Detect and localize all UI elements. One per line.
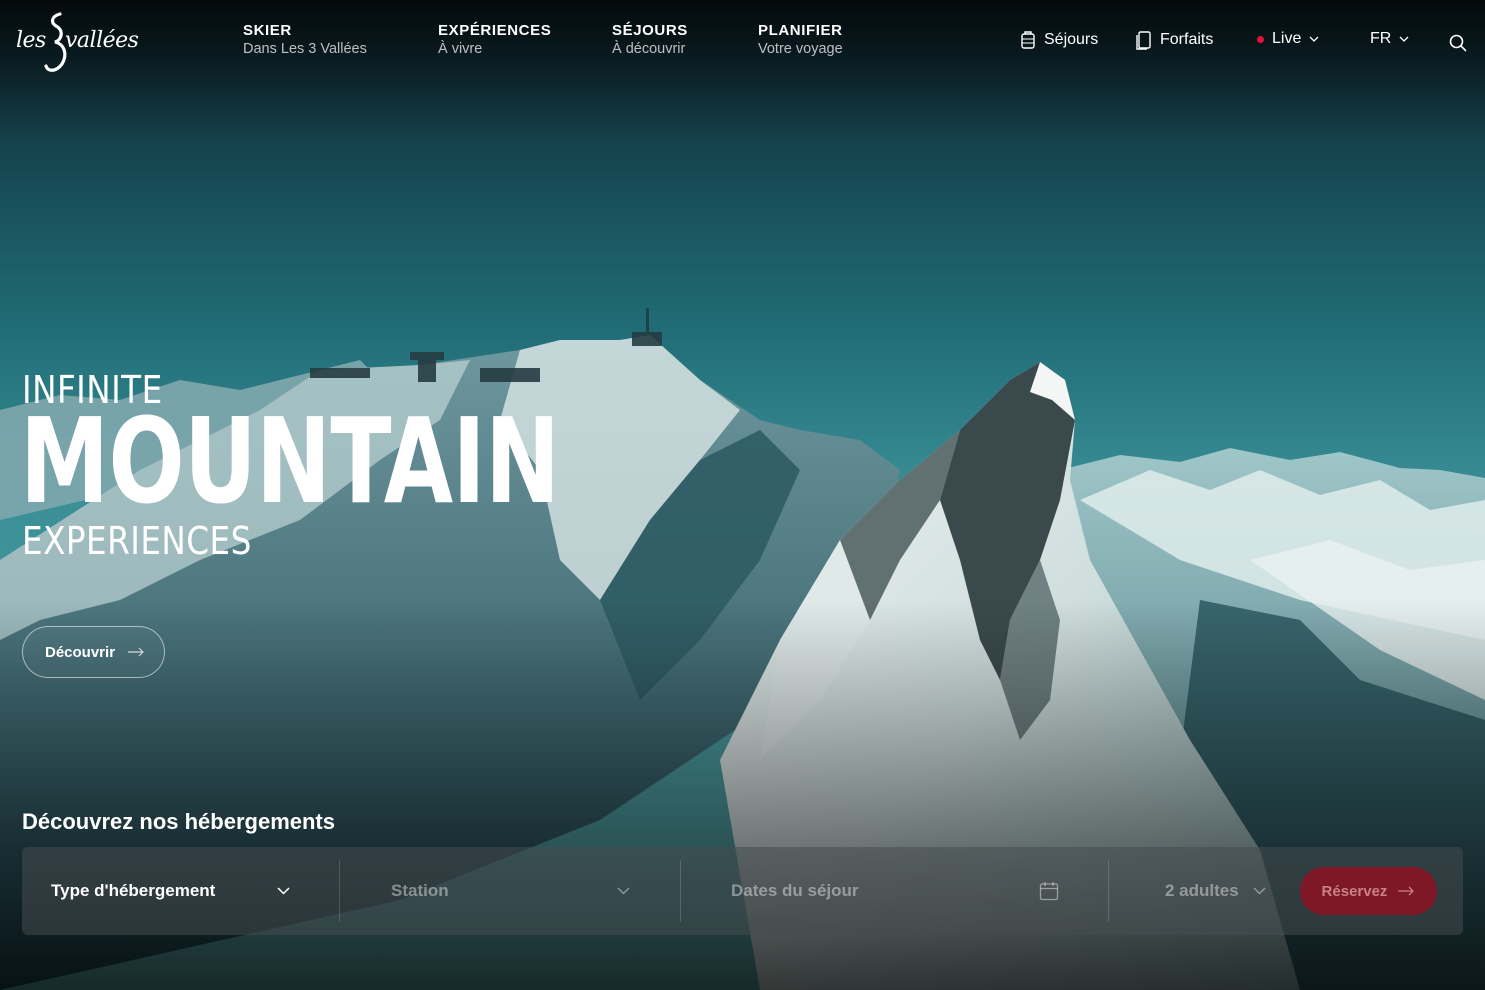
- headline-line-mountain: MOUNTAIN: [20, 392, 560, 530]
- sejours-link[interactable]: Séjours: [1020, 30, 1098, 50]
- live-dropdown-label: Live: [1272, 30, 1302, 47]
- chevron-down-icon: [1399, 36, 1409, 42]
- nav-item-experiences[interactable]: EXPÉRIENCES À vivre: [438, 22, 551, 57]
- chevron-down-icon: [1309, 36, 1319, 42]
- forfaits-link-label: Forfaits: [1160, 31, 1214, 48]
- stay-dates-picker[interactable]: Dates du séjour: [731, 847, 1071, 935]
- headline-line-experiences: EXPERIENCES: [22, 519, 252, 563]
- live-dropdown[interactable]: Live: [1257, 30, 1319, 48]
- suitcase-icon: [1021, 31, 1035, 49]
- guests-label: 2 adultes: [1165, 881, 1239, 900]
- nav-item-subtitle: Dans Les 3 Vallées: [243, 41, 367, 57]
- reserve-button[interactable]: Réservez: [1300, 867, 1437, 915]
- nav-item-subtitle: À découvrir: [612, 41, 686, 57]
- nav-item-planifier[interactable]: PLANIFIER Votre voyage: [758, 22, 843, 57]
- sejours-link-label: Séjours: [1044, 31, 1099, 48]
- nav-item-skier[interactable]: SKIER Dans Les 3 Vallées: [243, 22, 367, 57]
- nav-item-subtitle: Votre voyage: [758, 41, 843, 57]
- language-dropdown-label: FR: [1370, 30, 1392, 47]
- nav-item-title: PLANIFIER: [758, 22, 843, 39]
- ticket-icon: [1136, 31, 1151, 50]
- search-icon: [1449, 34, 1467, 52]
- reserve-button-label: Réservez: [1321, 882, 1388, 900]
- arrow-right-icon: [1398, 886, 1415, 896]
- field-divider: [680, 860, 681, 922]
- search-button[interactable]: [1449, 34, 1467, 52]
- logo-word-vallees: vallées: [65, 28, 139, 53]
- chevron-down-icon: [1253, 887, 1266, 895]
- live-indicator-dot: [1257, 35, 1264, 43]
- chevron-down-icon: [277, 887, 290, 895]
- accommodation-type-label: Type d'hébergement: [51, 881, 216, 900]
- accommodation-search-bar: Type d'hébergement Station Dates du séjo…: [22, 847, 1463, 935]
- nav-item-title: SKIER: [243, 22, 292, 39]
- nav-item-title: EXPÉRIENCES: [438, 22, 552, 39]
- les-3-vallees-logo[interactable]: les vallées: [16, 12, 152, 76]
- decouvrir-button[interactable]: Découvrir: [22, 626, 165, 678]
- nav-item-title: SÉJOURS: [612, 22, 688, 39]
- chevron-down-icon: [617, 887, 630, 895]
- station-select[interactable]: Station: [391, 847, 641, 935]
- field-divider: [339, 860, 340, 922]
- stay-dates-label: Dates du séjour: [731, 881, 859, 900]
- station-label: Station: [391, 881, 449, 900]
- language-dropdown[interactable]: FR: [1370, 30, 1409, 48]
- decouvrir-button-label: Découvrir: [45, 643, 116, 661]
- calendar-icon: [1039, 882, 1059, 901]
- accommodation-type-select[interactable]: Type d'hébergement: [51, 847, 331, 935]
- arrow-right-icon: [128, 647, 144, 657]
- nav-item-sejours[interactable]: SÉJOURS À découvrir: [612, 22, 688, 57]
- site-header: les vallées SKIER Dans Les 3 Vallées EXP…: [0, 0, 1485, 90]
- guests-select[interactable]: 2 adultes: [1165, 847, 1275, 935]
- forfaits-link[interactable]: Forfaits: [1135, 30, 1213, 50]
- nav-item-subtitle: À vivre: [438, 41, 483, 57]
- booking-section-title: Découvrez nos hébergements: [22, 809, 335, 834]
- field-divider: [1108, 860, 1109, 922]
